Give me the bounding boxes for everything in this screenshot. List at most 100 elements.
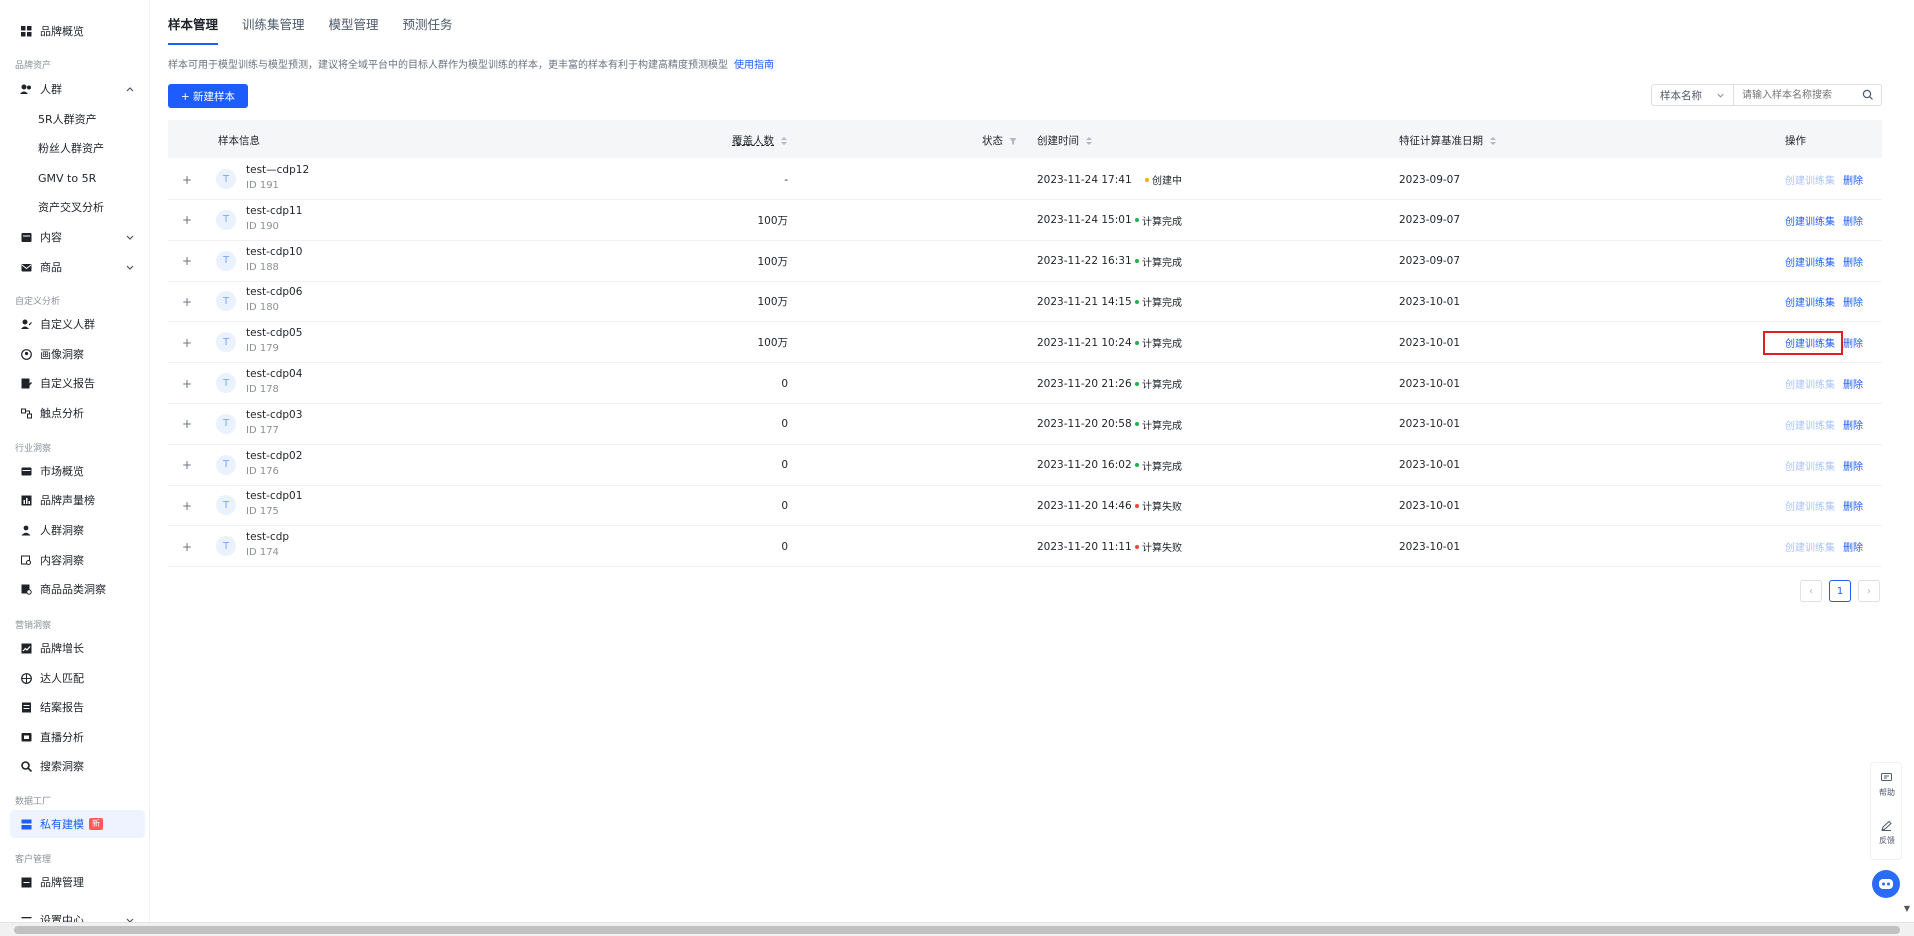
chevron-down-icon[interactable] [125, 232, 135, 242]
assistant-bot-icon[interactable] [1872, 870, 1900, 898]
delete-link[interactable]: 删除 [1843, 363, 1863, 404]
create-trainset-link[interactable]: 创建训练集 [1785, 241, 1835, 282]
sidebar-item-category-insight[interactable]: 商品品类洞察 [10, 575, 145, 603]
pen-icon[interactable] [1881, 821, 1892, 831]
chat-icon[interactable] [1881, 773, 1892, 783]
horizontal-scrollbar[interactable] [0, 922, 1914, 936]
search-input[interactable] [1734, 84, 1882, 106]
status-dot [1135, 299, 1139, 304]
sample-id: ID 174 [246, 547, 279, 559]
create-trainset-link[interactable]: 创建训练集 [1785, 526, 1835, 567]
sidebar-item-search-insight[interactable]: 搜索洞察 [10, 752, 145, 780]
filter-icon[interactable] [1009, 136, 1017, 146]
scroll-down-arrow-icon[interactable]: ▼ [1900, 904, 1914, 918]
expand-row-icon[interactable]: + [182, 445, 192, 486]
delete-link[interactable]: 删除 [1843, 200, 1863, 241]
delete-link[interactable]: 删除 [1843, 281, 1863, 322]
header-base-date[interactable]: 特征计算基准日期 [1399, 133, 1497, 148]
expand-row-icon[interactable]: + [182, 404, 192, 445]
coverage-value: 0 [781, 540, 788, 553]
sidebar-subitem-fans[interactable]: 粉丝人群资产 [10, 134, 145, 162]
sidebar-group-label: 行业洞察 [15, 444, 52, 454]
status-cell: 计算完成 [1135, 281, 1182, 322]
tab-sample-management[interactable]: 样本管理 [168, 14, 219, 45]
chevron-down-icon[interactable] [125, 915, 135, 922]
sidebar-item-content[interactable]: 内容 [10, 223, 145, 251]
sidebar-item-brand-volume[interactable]: 品牌声量榜 [10, 486, 145, 514]
sidebar-item-portrait[interactable]: 画像洞察 [10, 340, 145, 368]
sidebar-item-touchpoint[interactable]: 触点分析 [10, 399, 145, 427]
create-trainset-link[interactable]: 创建训练集 [1785, 363, 1835, 404]
delete-link[interactable]: 删除 [1843, 526, 1863, 567]
search-icon[interactable] [1862, 89, 1874, 101]
status-cell: 计算完成 [1135, 404, 1182, 445]
sort-icon[interactable] [1489, 136, 1497, 146]
pagination-prev[interactable]: ‹ [1800, 580, 1822, 602]
tab-prediction-task[interactable]: 预测任务 [403, 14, 453, 45]
expand-row-icon[interactable]: + [182, 159, 192, 200]
pagination-page[interactable]: 1 [1829, 580, 1851, 602]
expand-row-icon[interactable]: + [182, 485, 192, 526]
sidebar-subitem-cross[interactable]: 资产交叉分析 [10, 193, 145, 221]
sort-icon[interactable] [1085, 136, 1093, 146]
sidebar-item-private-model[interactable]: 私有建模 新 [10, 810, 145, 838]
sort-icon[interactable] [780, 136, 788, 146]
create-trainset-link[interactable]: 创建训练集 [1785, 159, 1835, 200]
sidebar-item-closing-report[interactable]: 结案报告 [10, 693, 145, 721]
sidebar-item-label: GMV to 5R [38, 171, 97, 185]
pagination-next[interactable]: › [1858, 580, 1880, 602]
status-dot [1135, 218, 1139, 223]
chevron-up-icon[interactable] [125, 84, 135, 94]
expand-row-icon[interactable]: + [182, 322, 192, 363]
delete-link[interactable]: 删除 [1843, 159, 1863, 200]
create-trainset-link[interactable]: 创建训练集 [1785, 281, 1835, 322]
created-time: 2023-11-21 14:15 [1037, 295, 1132, 308]
tab-model-management[interactable]: 模型管理 [329, 14, 379, 45]
delete-link[interactable]: 删除 [1843, 322, 1863, 363]
delete-link[interactable]: 删除 [1843, 485, 1863, 526]
sidebar-item-settings[interactable]: 设置中心 [10, 906, 145, 922]
expand-row-icon[interactable]: + [182, 241, 192, 282]
sidebar-item-kol-match[interactable]: 达人匹配 [10, 664, 145, 692]
sidebar-subitem-5r[interactable]: 5R人群资产 [10, 105, 145, 133]
sidebar-subitem-gmv[interactable]: GMV to 5R [10, 164, 145, 192]
tab-trainset-management[interactable]: 训练集管理 [242, 14, 305, 45]
sidebar-item-brand-growth[interactable]: 品牌增长 [10, 634, 145, 662]
create-trainset-link[interactable]: 创建训练集 [1785, 485, 1835, 526]
delete-link[interactable]: 删除 [1843, 445, 1863, 486]
sidebar-item-live[interactable]: 直播分析 [10, 723, 145, 751]
delete-link[interactable]: 删除 [1843, 241, 1863, 282]
sidebar-item-custom-report[interactable]: 自定义报告 [10, 369, 145, 397]
sidebar-item-people-insight[interactable]: 人群洞察 [10, 516, 145, 544]
header-created-time[interactable]: 创建时间 [1037, 133, 1093, 148]
sidebar-item-brand-management[interactable]: 品牌管理 [10, 868, 145, 896]
created-time: 2023-11-22 16:31 [1037, 255, 1132, 268]
delete-link[interactable]: 删除 [1843, 404, 1863, 445]
sidebar-item-goods[interactable]: 商品 [10, 253, 145, 281]
expand-row-icon[interactable]: + [182, 363, 192, 404]
coverage-value: 100万 [757, 337, 788, 350]
base-date: 2023-09-07 [1399, 173, 1461, 186]
sidebar-item-market[interactable]: 市场概览 [10, 457, 145, 485]
help-label[interactable]: 帮助 [1871, 787, 1903, 798]
header-coverage[interactable]: 覆盖人数 [732, 133, 788, 148]
header-sample-info: 样本信息 [218, 135, 260, 147]
sidebar-item-people[interactable]: 人群 [10, 75, 145, 103]
sidebar-item-brand-overview[interactable]: 品牌概览 [10, 17, 145, 45]
expand-row-icon[interactable]: + [182, 526, 192, 567]
create-trainset-link[interactable]: 创建训练集 [1785, 200, 1835, 241]
feedback-label[interactable]: 反馈 [1871, 835, 1903, 846]
expand-row-icon[interactable]: + [182, 200, 192, 241]
scrollbar-thumb[interactable] [14, 926, 1900, 934]
create-trainset-link[interactable]: 创建训练集 [1785, 404, 1835, 445]
chevron-down-icon[interactable] [125, 262, 135, 272]
status-dot [1135, 544, 1139, 549]
status-dot [1135, 463, 1139, 468]
guide-link[interactable]: 使用指南 [734, 60, 774, 71]
filter-field-select[interactable]: 样本名称 [1651, 84, 1734, 106]
sidebar-item-content-insight[interactable]: 内容洞察 [10, 546, 145, 574]
sidebar-item-custom-people[interactable]: 自定义人群 [10, 310, 145, 338]
create-trainset-link[interactable]: 创建训练集 [1785, 445, 1835, 486]
expand-row-icon[interactable]: + [182, 281, 192, 322]
new-sample-button[interactable]: + 新建样本 [168, 84, 248, 108]
